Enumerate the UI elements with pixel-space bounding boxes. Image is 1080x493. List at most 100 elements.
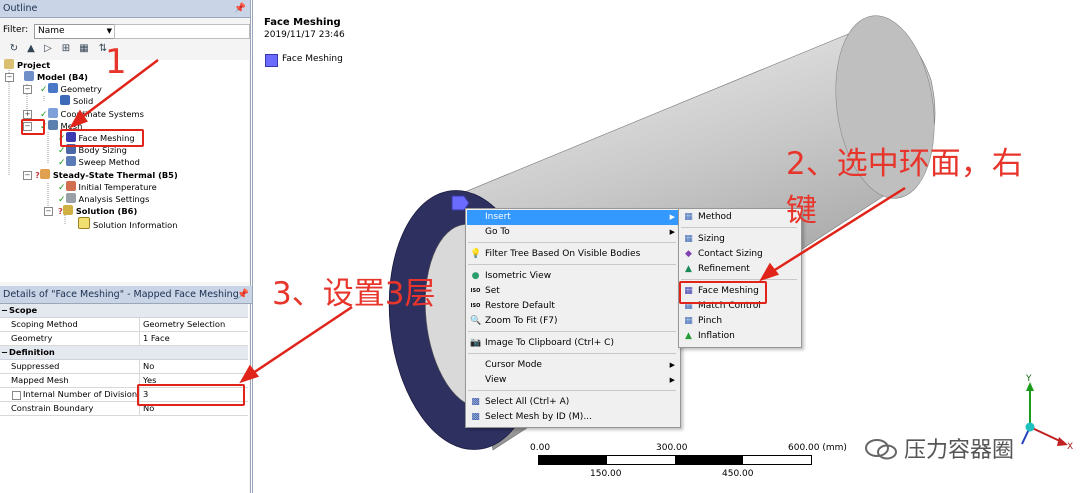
tree-item-model[interactable]: Model (B4) (24, 71, 88, 83)
submenu-item-inflation[interactable]: ▲ Inflation (680, 329, 800, 344)
scale-label: 0.00 (530, 443, 551, 453)
check-icon: ✓ (58, 195, 66, 205)
iso-restore-icon: ISO (470, 303, 481, 309)
check-icon: ✓ (40, 85, 48, 95)
details-title: Details of "Face Meshing" - Mapped Face … (3, 289, 239, 300)
triad-x-label: X (1067, 442, 1074, 452)
tree-item-steady-state-thermal[interactable]: ? Steady-State Thermal (B5) (35, 169, 178, 181)
context-menu: Insert ▶ Go To ▶ 💡 Filter Tree Based On Vis… (465, 208, 681, 428)
details-row[interactable]: Scoping Method Geometry Selection (0, 318, 248, 332)
insert-submenu: ▦ Method ▦ Sizing ◆ Contact Sizing ▲ Refinem… (678, 208, 802, 348)
outline-tree: − Project Model (B4) − ✓ Geometry Solid +… (0, 59, 249, 282)
isometric-view-icon: ● (471, 271, 480, 281)
menu-item-isometric-view[interactable]: ● Isometric View (467, 269, 679, 284)
tree-item-solution[interactable]: ? Solution (B6) (58, 205, 137, 217)
tree-item-initial-temperature[interactable]: ✓ Initial Temperature (58, 181, 157, 193)
expand-toggle[interactable]: − (5, 73, 14, 82)
chevron-down-icon: ▼ (106, 27, 112, 35)
folder-icon[interactable]: ▦ (78, 43, 90, 55)
geometry-icon (47, 83, 58, 93)
iso-set-icon: ISO (470, 288, 481, 294)
menu-item-filter-tree[interactable]: 💡 Filter Tree Based On Visible Bodies (467, 247, 679, 262)
check-icon: ✓ (58, 183, 66, 193)
project-icon (4, 59, 14, 69)
menu-item-zoom-to-fit[interactable]: 🔍 Zoom To Fit (F7) (467, 314, 679, 329)
menu-item-cursor-mode[interactable]: Cursor Mode ▶ (467, 358, 679, 373)
tree-item-geometry[interactable]: ✓ Geometry (40, 83, 102, 95)
scale-label: 450.00 (722, 469, 754, 479)
submenu-item-contact-sizing[interactable]: ◆ Contact Sizing (680, 247, 800, 262)
contact-sizing-icon: ◆ (685, 249, 692, 259)
expand-toggle[interactable]: + (23, 110, 32, 119)
annotation-step2: 2、选中环面，右 (786, 146, 1023, 182)
submenu-arrow-icon: ▶ (669, 376, 675, 384)
expand-all-icon[interactable]: ⊞ (60, 43, 72, 55)
solid-icon (60, 95, 70, 105)
tree-item-project[interactable]: Project (4, 59, 50, 71)
sizing-icon: ▦ (684, 234, 693, 244)
menu-item-view[interactable]: View ▶ (467, 373, 679, 388)
outline-title: Outline (3, 3, 38, 14)
submenu-item-method[interactable]: ▦ Method (680, 210, 800, 225)
pin-icon[interactable]: 📌 (234, 0, 246, 17)
submenu-arrow-icon: ▶ (669, 228, 675, 236)
details-row[interactable]: Suppressed No (0, 360, 248, 374)
refresh-icon[interactable]: ↻ (8, 43, 20, 55)
expand-toggle[interactable]: − (44, 207, 53, 216)
menu-item-insert[interactable]: Insert ▶ (467, 210, 679, 225)
legend-label: Face Meshing (282, 54, 343, 64)
menu-separator (468, 264, 676, 265)
tree-item-coordinate-systems[interactable]: ✓ Coordinate Systems (40, 108, 144, 120)
tree-item-sweep-method[interactable]: ✓ Sweep Method (58, 156, 140, 168)
menu-item-select-mesh-by-id[interactable]: ▩ Select Mesh by ID (M)... (467, 410, 679, 425)
zoom-icon: 🔍 (470, 316, 482, 326)
menu-item-set[interactable]: ISO Set (467, 284, 679, 299)
pin-icon[interactable]: 📌 (237, 286, 249, 303)
legend-swatch (265, 54, 278, 67)
details-section-definition[interactable]: −Definition (0, 346, 248, 360)
refinement-icon: ▲ (685, 264, 692, 274)
viewport-title: Face Meshing (264, 17, 341, 28)
show-all-icon[interactable]: ▷ (42, 43, 54, 55)
thermal-icon (39, 169, 50, 179)
menu-item-restore-default[interactable]: ISO Restore Default (467, 299, 679, 314)
outline-header: Outline 📌 (0, 0, 250, 18)
tree-item-solution-information[interactable]: Solution Information (78, 217, 177, 230)
coordinate-systems-icon (47, 108, 58, 118)
highlight-mesh (21, 119, 45, 135)
expand-toggle[interactable]: − (23, 85, 32, 94)
annotation-step1: 1 (105, 42, 127, 82)
submenu-arrow-icon: ▶ (669, 213, 675, 221)
tree-filter-icon[interactable]: ▲ (25, 43, 37, 55)
highlight-face-meshing (60, 129, 144, 147)
pinch-icon: ▦ (684, 316, 693, 326)
analysis-settings-icon (65, 193, 76, 203)
submenu-item-sizing[interactable]: ▦ Sizing (680, 232, 800, 247)
details-row[interactable]: Geometry 1 Face (0, 332, 248, 346)
filter-select[interactable]: Name ▼ (34, 24, 115, 39)
tree-item-analysis-settings[interactable]: ✓ Analysis Settings (58, 193, 149, 205)
menu-separator (468, 390, 676, 391)
menu-item-select-all[interactable]: ▩ Select All (Ctrl+ A) (467, 395, 679, 410)
solution-information-icon (78, 217, 90, 229)
check-icon: ✓ (58, 158, 66, 168)
inflation-icon: ▲ (685, 331, 692, 341)
scale-track (538, 455, 812, 465)
expand-toggle[interactable]: − (23, 171, 32, 180)
submenu-item-refinement[interactable]: ▲ Refinement (680, 262, 800, 277)
parameter-checkbox[interactable] (12, 391, 21, 400)
menu-separator (468, 242, 676, 243)
filter-search-input[interactable] (114, 24, 250, 39)
filter-row: Filter: Name ▼ (0, 21, 250, 39)
model-icon (24, 71, 34, 81)
select-mesh-icon: ▩ (471, 412, 480, 422)
submenu-item-pinch[interactable]: ▦ Pinch (680, 314, 800, 329)
menu-separator (681, 227, 797, 228)
tree-item-solid[interactable]: Solid (60, 95, 93, 107)
collapse-icon: − (1, 305, 8, 315)
check-icon: ✓ (58, 146, 66, 156)
menu-item-go-to[interactable]: Go To ▶ (467, 225, 679, 240)
menu-item-image-to-clipboard[interactable]: 📷 Image To Clipboard (Ctrl+ C) (467, 336, 679, 351)
details-section-scope[interactable]: −Scope (0, 304, 248, 318)
filter-value: Name (38, 26, 65, 36)
